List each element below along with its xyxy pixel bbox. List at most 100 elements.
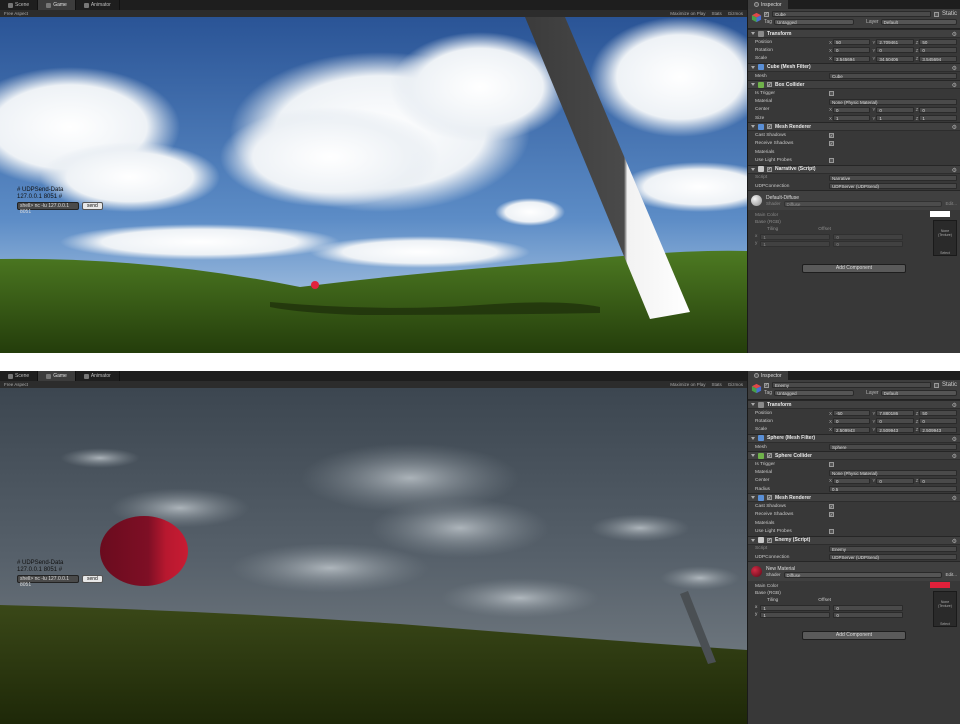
transform-header[interactable]: Transform ⚙	[748, 29, 960, 38]
script-field[interactable]: Narrative	[829, 174, 957, 181]
gear-icon[interactable]: ⚙	[952, 453, 957, 460]
offset-y-field[interactable]: 0	[833, 240, 904, 247]
collider-enabled-checkbox[interactable]: ✓	[767, 453, 772, 459]
mesh-field[interactable]: Cube	[829, 73, 957, 80]
script-enabled-checkbox[interactable]: ✓	[767, 166, 772, 172]
udp-connection-field[interactable]: UDPServer (UDPSend)	[829, 183, 957, 189]
materials-foldout[interactable]: Materials	[748, 519, 960, 527]
material-header[interactable]: Default-Diffuse Shader Diffuse Edit...	[748, 190, 960, 211]
layer-dropdown[interactable]: Default	[880, 19, 957, 25]
physic-material-field[interactable]: None (Physic Material)	[829, 469, 957, 476]
scale-x-field[interactable]: 3.545694	[833, 55, 871, 62]
tab-animator[interactable]: Animator	[76, 371, 120, 381]
game-viewport[interactable]: # UDPSend-Data 127.0.0.1 8051 # shell> n…	[0, 388, 747, 724]
light-probes-checkbox[interactable]	[829, 157, 834, 163]
add-component-button[interactable]: Add Component	[802, 264, 906, 274]
size-y-field[interactable]: 1	[876, 115, 914, 122]
tab-animator[interactable]: Animator	[76, 0, 120, 10]
offset-x-field[interactable]: 0	[833, 233, 904, 240]
offset-y-field[interactable]: 0	[833, 611, 904, 618]
game-viewport[interactable]: # UDPSend-Data 127.0.0.1 8051 # shell> n…	[0, 17, 747, 353]
offset-x-field[interactable]: 0	[833, 604, 904, 611]
radius-field[interactable]: 0.5	[829, 486, 957, 493]
position-z-field[interactable]: 50	[919, 410, 957, 417]
tab-scene[interactable]: Scene	[0, 371, 39, 381]
gear-icon[interactable]: ⚙	[952, 65, 957, 72]
static-checkbox[interactable]	[933, 382, 939, 388]
center-z-field[interactable]: 0	[919, 106, 957, 113]
rotation-x-field[interactable]: 0	[833, 418, 871, 425]
position-y-field[interactable]: 7.880186	[876, 410, 914, 417]
edit-shader-button[interactable]: Edit...	[945, 201, 957, 206]
script-header[interactable]: ✓ Narrative (Script) ⚙	[748, 164, 960, 174]
send-button[interactable]: send	[82, 575, 103, 583]
physic-material-field[interactable]: None (Physic Material)	[829, 98, 957, 105]
script-field[interactable]: Enemy	[829, 545, 957, 552]
mesh-renderer-header[interactable]: ✓ Mesh Renderer ⚙	[748, 122, 960, 132]
tab-game[interactable]: Game	[38, 0, 76, 10]
materials-foldout[interactable]: Materials	[748, 148, 960, 156]
tiling-y-field[interactable]: 1	[760, 240, 831, 247]
gear-icon[interactable]: ⚙	[952, 167, 957, 174]
maximize-on-play-toggle[interactable]: Maximize on Play	[670, 382, 705, 387]
tiling-y-field[interactable]: 1	[760, 611, 831, 618]
scale-y-field[interactable]: 2.509943	[876, 426, 914, 433]
maximize-on-play-toggle[interactable]: Maximize on Play	[670, 11, 705, 16]
scale-z-field[interactable]: 2.509943	[919, 426, 957, 433]
mesh-filter-header[interactable]: Cube (Mesh Filter) ⚙	[748, 62, 960, 72]
center-x-field[interactable]: 0	[833, 477, 871, 484]
texture-select-button[interactable]: Select	[934, 622, 956, 626]
receive-shadows-checkbox[interactable]: ✓	[829, 141, 834, 147]
add-component-button[interactable]: Add Component	[802, 631, 906, 641]
mesh-renderer-header[interactable]: ✓ Mesh Renderer ⚙	[748, 493, 960, 503]
shader-dropdown[interactable]: Diffuse	[783, 571, 943, 578]
size-z-field[interactable]: 1	[919, 115, 957, 122]
edit-shader-button[interactable]: Edit...	[945, 572, 957, 577]
texture-select-button[interactable]: Select	[934, 251, 956, 255]
is-trigger-checkbox[interactable]	[829, 461, 834, 467]
scale-y-field[interactable]: 34.50406	[876, 55, 914, 62]
center-y-field[interactable]: 0	[876, 477, 914, 484]
texture-slot[interactable]: None (Texture) Select	[933, 591, 957, 628]
mesh-filter-header[interactable]: Sphere (Mesh Filter) ⚙	[748, 433, 960, 443]
gear-icon[interactable]: ⚙	[952, 538, 957, 545]
object-name-field[interactable]: Cube	[772, 11, 931, 17]
inspector-tab[interactable]: Inspector	[748, 371, 960, 380]
gear-icon[interactable]: ⚙	[952, 82, 957, 89]
gear-icon[interactable]: ⚙	[952, 31, 957, 38]
size-x-field[interactable]: 1	[833, 115, 871, 122]
object-active-checkbox[interactable]: ✓	[764, 382, 769, 388]
mesh-field[interactable]: Sphere	[829, 444, 957, 451]
stats-toggle[interactable]: Stats	[711, 11, 721, 16]
rotation-y-field[interactable]: 0	[876, 47, 914, 54]
renderer-enabled-checkbox[interactable]: ✓	[767, 495, 772, 501]
rotation-x-field[interactable]: 0	[833, 47, 871, 54]
udp-message-input[interactable]: shell> nc -lu 127.0.0.1 8051	[17, 575, 79, 588]
gear-icon[interactable]: ⚙	[952, 436, 957, 443]
tag-dropdown[interactable]: Untagged	[774, 390, 855, 396]
light-probes-checkbox[interactable]	[829, 528, 834, 534]
texture-slot[interactable]: None (Texture) Select	[933, 220, 957, 257]
tiling-x-field[interactable]: 1	[760, 604, 831, 611]
scale-z-field[interactable]: 3.545694	[919, 55, 957, 62]
aspect-dropdown[interactable]: Free Aspect	[4, 382, 28, 387]
gear-icon[interactable]: ⚙	[952, 402, 957, 409]
tiling-x-field[interactable]: 1	[760, 233, 831, 240]
position-y-field[interactable]: 2.709461	[876, 39, 914, 46]
renderer-enabled-checkbox[interactable]: ✓	[767, 124, 772, 130]
object-active-checkbox[interactable]: ✓	[764, 11, 769, 17]
gizmos-dropdown[interactable]: Gizmos	[728, 11, 743, 16]
transform-header[interactable]: Transform ⚙	[748, 400, 960, 409]
udp-connection-field[interactable]: UDPServer (UDPSend)	[829, 554, 957, 560]
center-x-field[interactable]: 0	[833, 106, 871, 113]
scale-x-field[interactable]: 2.509943	[833, 426, 871, 433]
static-checkbox[interactable]	[933, 11, 939, 17]
shader-dropdown[interactable]: Diffuse	[783, 200, 943, 207]
tag-dropdown[interactable]: Untagged	[774, 19, 855, 25]
rotation-z-field[interactable]: 0	[919, 47, 957, 54]
position-x-field[interactable]: 50	[833, 39, 871, 46]
tab-game[interactable]: Game	[38, 371, 76, 381]
position-x-field[interactable]: -50	[833, 410, 871, 417]
script-header[interactable]: ✓ Enemy (Script) ⚙	[748, 535, 960, 545]
collider-enabled-checkbox[interactable]: ✓	[767, 82, 772, 88]
